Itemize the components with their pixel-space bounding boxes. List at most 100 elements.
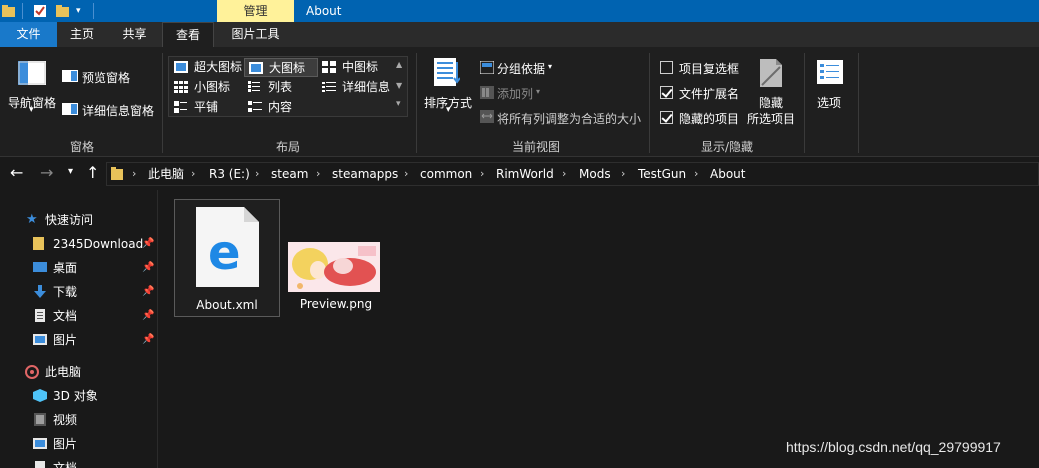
up-arrow-icon[interactable]: ↑ [86,163,99,182]
address-row: ← → ▾ ↑ › 此电脑 › R3 (E:) › steam › steama… [0,158,1039,190]
nav-item-3d-objects[interactable]: 3D 对象 [0,384,157,408]
breadcrumb-this-pc[interactable]: 此电脑 [148,163,184,185]
add-columns-dropdown-icon[interactable]: ▾ [536,87,540,96]
layout-medium-icons[interactable]: 中图标 [318,58,378,77]
group-by-button[interactable]: 分组依据 [497,60,545,77]
nav-item-pc-pictures[interactable]: 图片 [0,432,157,456]
file-extensions-checkbox[interactable] [660,86,673,99]
star-icon: ★ [26,212,38,227]
context-tab-manage[interactable]: 管理 [217,0,294,22]
breadcrumb-steamapps[interactable]: steamapps [332,163,398,185]
file-item-preview-png[interactable]: Preview.png [283,199,389,317]
layout-expand-icon[interactable]: ▾ [396,99,401,109]
layout-scroll-up-icon[interactable]: ▲ [396,60,402,69]
divider [162,53,163,153]
back-arrow-icon[interactable]: ← [10,163,23,182]
layout-scroll-down-icon[interactable]: ▼ [396,81,402,90]
address-bar[interactable]: › 此电脑 › R3 (E:) › steam › steamapps › co… [106,162,1039,186]
sort-by-dropdown-icon[interactable]: ▾ [446,105,451,115]
breadcrumb-steam[interactable]: steam [271,163,308,185]
properties-icon[interactable] [33,4,47,18]
title-bar: ▾ 管理 About [0,0,1039,22]
file-list: e About.xml Preview.png [159,190,1039,468]
breadcrumb-mods[interactable]: Mods [579,163,611,185]
breadcrumb-rimworld[interactable]: RimWorld [496,163,554,185]
nav-label: 2345Download [53,237,144,251]
breadcrumb-common[interactable]: common [420,163,472,185]
details-pane-icon [62,103,78,118]
nav-label: 文档 [53,461,78,468]
pin-icon: 📌 [142,310,155,321]
layout-content[interactable]: 内容 [244,98,292,117]
preview-pane-icon [62,70,78,85]
chevron-right-icon[interactable]: › [694,163,698,185]
hide-selected-button-line2[interactable]: 所选项目 [747,110,795,127]
nav-this-pc[interactable]: 此电脑 [0,360,157,384]
nav-item-pc-documents[interactable]: 文档 [0,456,157,468]
layout-list[interactable]: 列表 [244,78,292,97]
preview-pane-button[interactable]: 预览窗格 [82,69,130,86]
layout-tiles[interactable]: 平铺 [170,98,218,117]
customize-dropdown-icon[interactable]: ▾ [76,6,90,20]
videos-icon [34,413,46,426]
tab-file[interactable]: 文件 [0,22,57,47]
layout-gallery: 超大图标 大图标 中图标 小图标 列表 详细信息 平铺 内容 ▲ ▼ ▾ [168,56,408,117]
breadcrumb-about[interactable]: About [710,163,745,185]
chevron-right-icon[interactable]: › [621,163,625,185]
recent-locations-icon[interactable]: ▾ [68,166,73,177]
chevron-right-icon[interactable]: › [562,163,566,185]
hidden-items-checkbox[interactable] [660,111,673,124]
new-folder-icon[interactable] [56,4,70,18]
divider [22,3,23,19]
watermark-text: https://blog.csdn.net/qq_29799917 [786,439,1001,455]
nav-pane-dropdown-icon[interactable]: ▾ [29,105,34,115]
hide-selected-button[interactable]: 隐藏 [759,94,783,111]
layout-extra-large-icons[interactable]: 超大图标 [170,58,242,77]
layout-small-icons[interactable]: 小图标 [170,78,230,97]
breadcrumb-drive[interactable]: R3 (E:) [209,163,250,185]
chevron-right-icon[interactable]: › [480,163,484,185]
download-icon [34,285,46,298]
folder-icon[interactable] [2,4,16,18]
nav-item-documents[interactable]: 文档 📌 [0,304,157,328]
nav-label: 文档 [53,309,78,323]
ribbon: 导航窗格 ▾ 预览窗格 详细信息窗格 窗格 超大图标 大图标 中图标 小图标 列… [0,47,1039,157]
chevron-right-icon[interactable]: › [132,163,136,185]
group-label-panes: 窗格 [69,140,94,154]
file-item-about-xml[interactable]: e About.xml [174,199,280,317]
size-all-columns-button[interactable]: 将所有列调整为合适的大小 [497,110,641,127]
chevron-right-icon[interactable]: › [255,163,259,185]
chevron-right-icon[interactable]: › [191,163,195,185]
layout-details[interactable]: 详细信息 [318,78,390,97]
forward-arrow-icon[interactable]: → [40,163,53,182]
file-name: About.xml [196,298,258,312]
desktop-icon [33,262,47,272]
chevron-right-icon[interactable]: › [404,163,408,185]
tab-picture-tools[interactable]: 图片工具 [219,22,292,47]
nav-item-downloads[interactable]: 下载 📌 [0,280,157,304]
item-checkboxes-checkbox[interactable] [660,61,673,74]
nav-item-videos[interactable]: 视频 [0,408,157,432]
breadcrumb-testgun[interactable]: TestGun [638,163,686,185]
add-columns-button[interactable]: 添加列 [497,85,533,102]
chevron-right-icon[interactable]: › [316,163,320,185]
hidden-items-label: 隐藏的项目 [679,112,740,126]
tab-home[interactable]: 主页 [57,22,107,47]
nav-item-2345download[interactable]: 2345Download 📌 [0,232,157,256]
layout-label: 详细信息 [342,80,391,94]
options-button[interactable]: 选项 [817,94,841,111]
nav-label: 3D 对象 [53,389,98,403]
file-extensions-label: 文件扩展名 [679,87,740,101]
group-by-dropdown-icon[interactable]: ▾ [548,62,552,71]
tab-share[interactable]: 共享 [107,22,162,47]
document-icon [35,309,45,322]
tab-view[interactable]: 查看 [162,22,214,48]
pin-icon: 📌 [142,262,155,273]
this-pc-icon [25,365,39,379]
layout-label: 内容 [268,100,293,114]
layout-large-icons[interactable]: 大图标 [244,58,318,77]
nav-item-pictures[interactable]: 图片 📌 [0,328,157,352]
nav-quick-access[interactable]: ★ 快速访问 [0,208,157,232]
nav-item-desktop[interactable]: 桌面 📌 [0,256,157,280]
details-pane-button[interactable]: 详细信息窗格 [82,102,154,119]
